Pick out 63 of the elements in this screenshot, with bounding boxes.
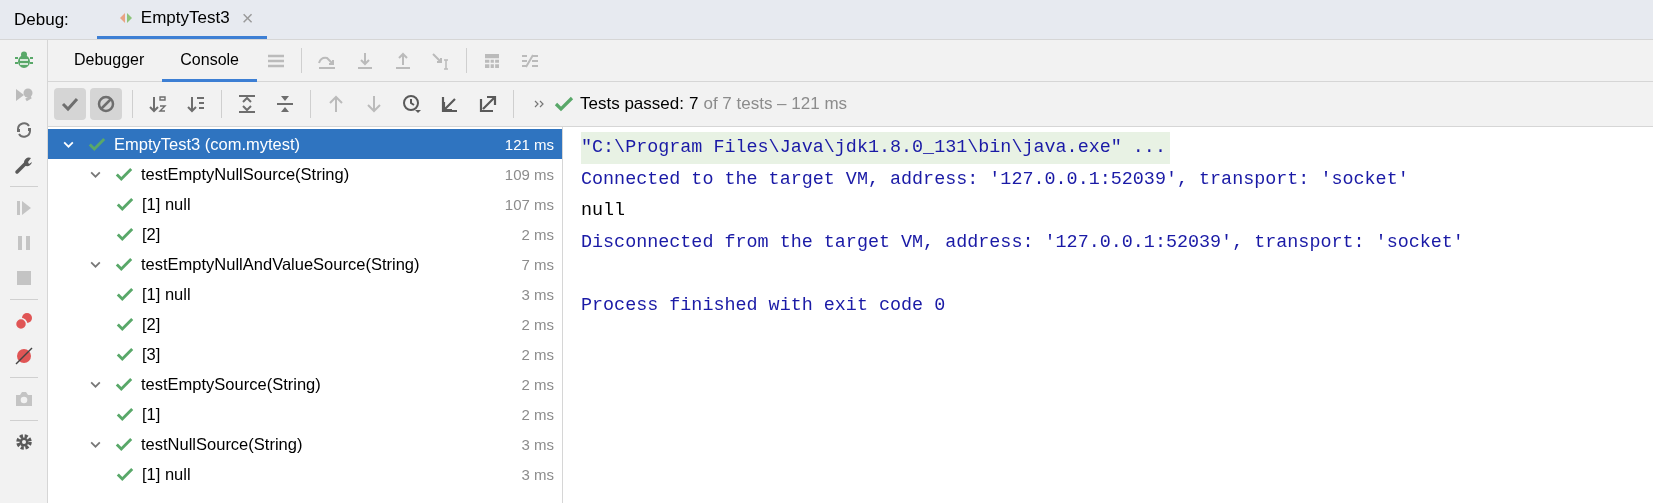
tree-row[interactable]: [2] 2 ms (48, 219, 562, 249)
test-duration: 2 ms (521, 225, 554, 243)
test-name: [1] (142, 404, 161, 424)
test-duration: 3 ms (521, 435, 554, 453)
status-detail: of 7 tests – 121 ms (703, 94, 848, 114)
console-line: null (581, 199, 626, 223)
test-name: EmptyTest3 (com.mytest) (114, 134, 301, 154)
test-name: [1] null (142, 284, 191, 304)
test-name: testEmptyNullAndValueSource(String) (141, 254, 420, 274)
history-icon[interactable] (402, 94, 422, 114)
test-duration: 2 ms (521, 375, 554, 393)
debug-label: Debug: (14, 9, 69, 30)
test-name: testEmptyNullSource(String) (141, 164, 350, 184)
tree-row[interactable]: [1] null 107 ms (48, 189, 562, 219)
test-duration: 121 ms (504, 135, 554, 153)
test-duration: 3 ms (521, 465, 554, 483)
check-icon (554, 96, 574, 112)
expand-all-icon[interactable] (237, 94, 257, 114)
test-duration: 2 ms (521, 405, 554, 423)
tree-row[interactable]: testEmptyNullAndValueSource(String) 7 ms (48, 249, 562, 279)
filter-toggle[interactable] (54, 88, 86, 120)
export-icon[interactable] (478, 94, 498, 114)
test-duration: 109 ms (504, 165, 554, 183)
test-name: [1] null (142, 464, 191, 484)
test-name: [2] (142, 224, 161, 244)
test-name: [2] (142, 314, 161, 334)
status-label: Tests passed: (580, 94, 684, 114)
test-name: testEmptySource(String) (141, 374, 321, 394)
collapse-all-icon[interactable] (275, 94, 295, 114)
console-line: Process finished with exit code 0 (581, 293, 946, 318)
passed-count: 7 (688, 94, 699, 114)
breakpoints-icon[interactable] (13, 311, 34, 331)
console-line: Connected to the target VM, address: '127.0.0.1:52039', transport: 'socket' (581, 167, 1409, 192)
tree-row[interactable]: testEmptyNullSource(String) 109 ms (48, 159, 562, 189)
test-duration: 3 ms (521, 285, 554, 303)
tree-row[interactable]: [1] null 3 ms (48, 279, 562, 309)
tree-row[interactable]: [3] 2 ms (48, 339, 562, 369)
tree-row[interactable]: testNullSource(String) 3 ms (48, 429, 562, 459)
sort-alphabetically-icon[interactable] (148, 94, 168, 114)
test-name: [1] null (142, 194, 191, 214)
filter-toggle[interactable] (90, 88, 122, 120)
run-config-icon (118, 11, 133, 25)
tree-row[interactable]: [1] null 3 ms (48, 459, 562, 489)
console-line: Disconnected from the target VM, address: '127.0.0.1:52039', transport: 'socket' (581, 230, 1464, 255)
test-name: [3] (142, 344, 161, 364)
tree-row[interactable]: testEmptySource(String) 2 ms (48, 369, 562, 399)
tree-row[interactable]: [1] 2 ms (48, 399, 562, 429)
ignored-icon (96, 94, 116, 114)
more-icon[interactable] (534, 99, 546, 109)
mute-breakpoints-icon[interactable] (13, 346, 34, 366)
view-tab[interactable]: Debugger (56, 40, 163, 82)
test-duration: 107 ms (504, 195, 554, 213)
tree-row[interactable]: [2] 2 ms (48, 309, 562, 339)
test-duration: 7 ms (521, 255, 554, 273)
tree-row[interactable]: EmptyTest3 (com.mytest) 121 ms (48, 129, 562, 159)
import-icon[interactable] (440, 94, 460, 114)
test-duration: 2 ms (521, 315, 554, 333)
test-duration: 2 ms (521, 345, 554, 363)
bug-icon[interactable] (13, 50, 34, 70)
wrench-icon[interactable] (13, 155, 34, 175)
sort-by-duration-icon[interactable] (186, 94, 206, 114)
test-name: testNullSource(String) (141, 434, 303, 454)
settings-icon[interactable] (13, 432, 34, 452)
